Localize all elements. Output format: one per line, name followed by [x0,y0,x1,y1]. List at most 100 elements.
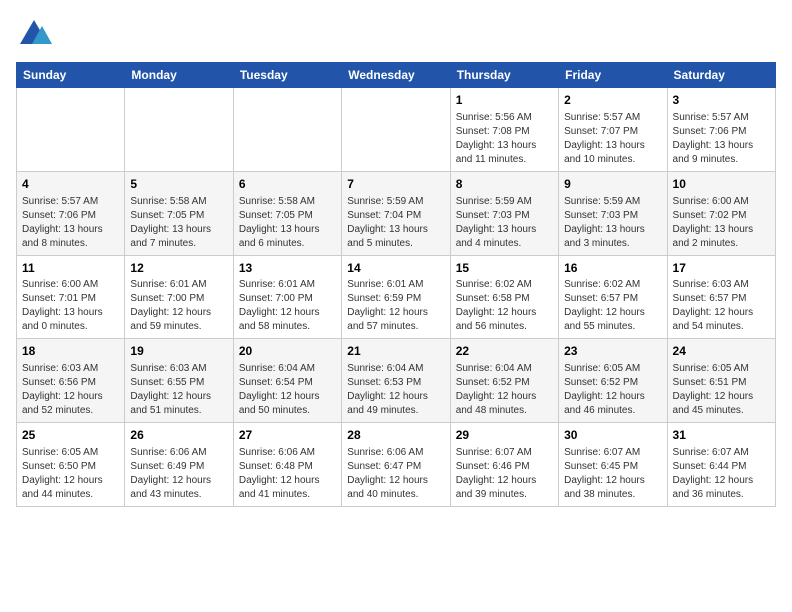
calendar-cell: 22 Sunrise: 6:04 AM Sunset: 6:52 PM Dayli… [450,339,558,423]
calendar-cell: 26Sunrise: 6:06 AM Sunset: 6:49 PM Dayli… [125,423,233,507]
calendar-cell: 12Sunrise: 6:01 AM Sunset: 7:00 PM Dayli… [125,255,233,339]
day-number: 29 [456,427,553,444]
day-info: Sunrise: 5:59 AM Sunset: 7:04 PM Dayligh… [347,195,444,251]
day-number: 11 [22,260,119,277]
day-info: Sunrise: 6:03 AM Sunset: 6:55 PM Dayligh… [130,362,227,418]
day-info: Sunrise: 6:03 AM Sunset: 6:57 PM Dayligh… [673,278,770,334]
calendar-cell: 24Sunrise: 6:05 AM Sunset: 6:51 PM Dayli… [667,339,775,423]
day-info: Sunrise: 5:57 AM Sunset: 7:06 PM Dayligh… [22,195,119,251]
day-number: 1 [456,92,553,109]
day-info: Sunrise: 5:59 AM Sunset: 7:03 PM Dayligh… [564,195,661,251]
calendar-cell: 9 Sunrise: 5:59 AM Sunset: 7:03 PM Daylig… [559,171,667,255]
day-number: 3 [673,92,770,109]
day-number: 23 [564,343,661,360]
day-info: Sunrise: 6:07 AM Sunset: 6:46 PM Dayligh… [456,446,553,502]
calendar-cell: 8 Sunrise: 5:59 AM Sunset: 7:03 PM Daylig… [450,171,558,255]
calendar-week-row: 25 Sunrise: 6:05 AM Sunset: 6:50 PM Dayli… [17,423,776,507]
day-info: Sunrise: 5:58 AM Sunset: 7:05 PM Dayligh… [130,195,227,251]
logo [16,16,56,52]
day-info: Sunrise: 5:57 AM Sunset: 7:06 PM Dayligh… [673,111,770,167]
day-info: Sunrise: 6:01 AM Sunset: 6:59 PM Dayligh… [347,278,444,334]
day-info: Sunrise: 6:05 AM Sunset: 6:50 PM Dayligh… [22,446,119,502]
calendar-cell: 15Sunrise: 6:02 AM Sunset: 6:58 PM Dayli… [450,255,558,339]
day-number: 17 [673,260,770,277]
day-info: Sunrise: 5:56 AM Sunset: 7:08 PM Dayligh… [456,111,553,167]
calendar-cell: 28Sunrise: 6:06 AM Sunset: 6:47 PM Dayli… [342,423,450,507]
day-number: 31 [673,427,770,444]
day-info: Sunrise: 5:57 AM Sunset: 7:07 PM Dayligh… [564,111,661,167]
day-number: 19 [130,343,227,360]
day-info: Sunrise: 6:07 AM Sunset: 6:44 PM Dayligh… [673,446,770,502]
day-of-week-header: Wednesday [342,63,450,88]
day-number: 15 [456,260,553,277]
calendar-week-row: 1 Sunrise: 5:56 AM Sunset: 7:08 PM Daylig… [17,88,776,172]
day-number: 6 [239,176,336,193]
day-info: Sunrise: 6:03 AM Sunset: 6:56 PM Dayligh… [22,362,119,418]
page-header [16,16,776,52]
calendar-cell: 13Sunrise: 6:01 AM Sunset: 7:00 PM Dayli… [233,255,341,339]
day-number: 18 [22,343,119,360]
calendar-cell: 21Sunrise: 6:04 AM Sunset: 6:53 PM Dayli… [342,339,450,423]
day-info: Sunrise: 6:06 AM Sunset: 6:49 PM Dayligh… [130,446,227,502]
calendar-body: 1 Sunrise: 5:56 AM Sunset: 7:08 PM Daylig… [17,88,776,507]
day-info: Sunrise: 6:05 AM Sunset: 6:52 PM Dayligh… [564,362,661,418]
day-info: Sunrise: 6:01 AM Sunset: 7:00 PM Dayligh… [130,278,227,334]
calendar-cell: 31 Sunrise: 6:07 AM Sunset: 6:44 PM Dayli… [667,423,775,507]
day-number: 27 [239,427,336,444]
day-info: Sunrise: 6:02 AM Sunset: 6:58 PM Dayligh… [456,278,553,334]
calendar-cell: 29 Sunrise: 6:07 AM Sunset: 6:46 PM Dayli… [450,423,558,507]
calendar-cell [233,88,341,172]
day-number: 30 [564,427,661,444]
day-info: Sunrise: 6:00 AM Sunset: 7:02 PM Dayligh… [673,195,770,251]
calendar-cell: 1 Sunrise: 5:56 AM Sunset: 7:08 PM Daylig… [450,88,558,172]
calendar-cell [125,88,233,172]
calendar-cell: 25 Sunrise: 6:05 AM Sunset: 6:50 PM Dayli… [17,423,125,507]
calendar-cell: 10 Sunrise: 6:00 AM Sunset: 7:02 PM Dayli… [667,171,775,255]
day-info: Sunrise: 6:02 AM Sunset: 6:57 PM Dayligh… [564,278,661,334]
day-number: 5 [130,176,227,193]
calendar-cell: 17Sunrise: 6:03 AM Sunset: 6:57 PM Dayli… [667,255,775,339]
day-number: 2 [564,92,661,109]
day-number: 20 [239,343,336,360]
day-number: 21 [347,343,444,360]
calendar-cell: 27 Sunrise: 6:06 AM Sunset: 6:48 PM Dayli… [233,423,341,507]
day-info: Sunrise: 6:04 AM Sunset: 6:52 PM Dayligh… [456,362,553,418]
day-number: 9 [564,176,661,193]
calendar-cell: 11Sunrise: 6:00 AM Sunset: 7:01 PM Dayli… [17,255,125,339]
calendar-cell: 30Sunrise: 6:07 AM Sunset: 6:45 PM Dayli… [559,423,667,507]
day-number: 25 [22,427,119,444]
day-number: 7 [347,176,444,193]
day-info: Sunrise: 5:59 AM Sunset: 7:03 PM Dayligh… [456,195,553,251]
day-of-week-header: Monday [125,63,233,88]
calendar-cell: 3 Sunrise: 5:57 AM Sunset: 7:06 PM Daylig… [667,88,775,172]
day-number: 22 [456,343,553,360]
calendar-week-row: 4Sunrise: 5:57 AM Sunset: 7:06 PM Daylig… [17,171,776,255]
day-number: 10 [673,176,770,193]
calendar-cell: 7 Sunrise: 5:59 AM Sunset: 7:04 PM Daylig… [342,171,450,255]
day-of-week-header: Sunday [17,63,125,88]
day-number: 16 [564,260,661,277]
calendar-cell: 19 Sunrise: 6:03 AM Sunset: 6:55 PM Dayli… [125,339,233,423]
calendar-cell: 14Sunrise: 6:01 AM Sunset: 6:59 PM Dayli… [342,255,450,339]
day-info: Sunrise: 6:04 AM Sunset: 6:54 PM Dayligh… [239,362,336,418]
day-of-week-header: Thursday [450,63,558,88]
calendar-week-row: 11Sunrise: 6:00 AM Sunset: 7:01 PM Dayli… [17,255,776,339]
day-info: Sunrise: 6:01 AM Sunset: 7:00 PM Dayligh… [239,278,336,334]
calendar-cell: 16Sunrise: 6:02 AM Sunset: 6:57 PM Dayli… [559,255,667,339]
calendar-cell: 20 Sunrise: 6:04 AM Sunset: 6:54 PM Dayli… [233,339,341,423]
calendar-cell: 23 Sunrise: 6:05 AM Sunset: 6:52 PM Dayli… [559,339,667,423]
calendar-table: SundayMondayTuesdayWednesdayThursdayFrid… [16,62,776,507]
calendar-cell: 18 Sunrise: 6:03 AM Sunset: 6:56 PM Dayli… [17,339,125,423]
day-info: Sunrise: 6:06 AM Sunset: 6:48 PM Dayligh… [239,446,336,502]
day-of-week-header: Friday [559,63,667,88]
day-number: 8 [456,176,553,193]
day-info: Sunrise: 6:00 AM Sunset: 7:01 PM Dayligh… [22,278,119,334]
logo-icon [16,16,52,52]
calendar-cell [17,88,125,172]
day-number: 24 [673,343,770,360]
calendar-cell: 2 Sunrise: 5:57 AM Sunset: 7:07 PM Daylig… [559,88,667,172]
calendar-header-row: SundayMondayTuesdayWednesdayThursdayFrid… [17,63,776,88]
day-number: 12 [130,260,227,277]
calendar-cell [342,88,450,172]
calendar-cell: 6Sunrise: 5:58 AM Sunset: 7:05 PM Daylig… [233,171,341,255]
